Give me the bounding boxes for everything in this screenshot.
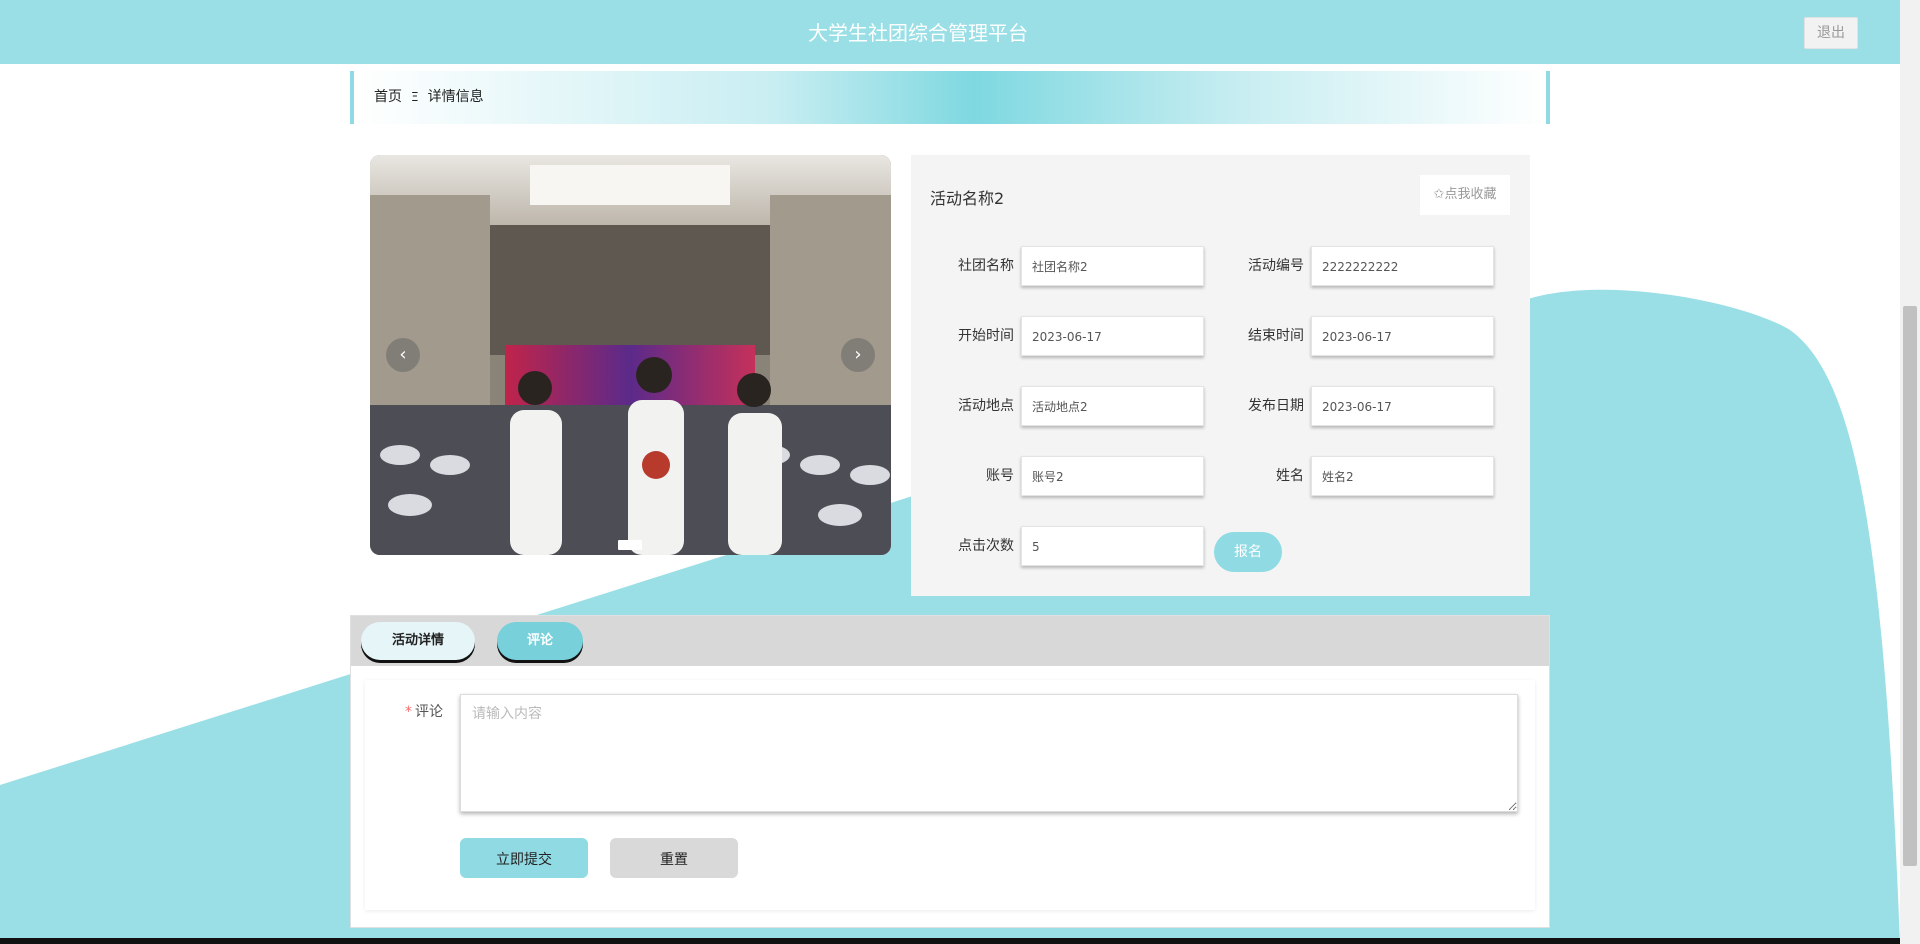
comment-label: * 评论 [405,701,455,721]
top-bar: 大学生社团综合管理平台 退出 [0,0,1900,64]
field-label: 活动地点 [958,398,1014,414]
publish-date-value[interactable]: 2023-06-17 [1311,386,1494,426]
breadcrumb-current: 详情信息 [427,89,484,105]
scrollbar-thumb[interactable] [1903,306,1917,866]
field-label: 活动编号 [1248,258,1304,274]
field-club-name: 社团名称 社团名称2 [921,246,1204,286]
comment-form: *评论 立即提交 重置 [365,680,1535,910]
chevron-right-icon: › [854,344,862,365]
field-activity-no: 活动编号 2222222222 [1211,246,1494,286]
tabs-card: 活动详情 评论 *评论 立即提交 重置 [350,615,1550,928]
signup-button[interactable]: 报名 [1214,532,1282,572]
club-name-value[interactable]: 社团名称2 [1021,246,1204,286]
field-start-time: 开始时间 2023-06-17 [921,316,1204,356]
image-carousel[interactable]: ‹ › [370,155,891,555]
start-time-value[interactable]: 2023-06-17 [1021,316,1204,356]
field-publish-date: 发布日期 2023-06-17 [1211,386,1494,426]
field-label: 点击次数 [958,538,1014,554]
field-label: 结束时间 [1248,328,1304,344]
activity-name: 活动名称2 [930,189,1005,208]
carousel-prev-button[interactable]: ‹ [386,338,420,372]
collect-button[interactable]: ✩点我收藏 [1420,175,1510,215]
field-label: 社团名称 [958,258,1014,274]
field-label: 姓名 [1276,468,1304,484]
field-location: 活动地点 活动地点2 [921,386,1204,426]
clicks-value[interactable]: 5 [1021,526,1204,566]
field-end-time: 结束时间 2023-06-17 [1211,316,1494,356]
field-full-name: 姓名 姓名2 [1211,456,1494,496]
activity-no-value[interactable]: 2222222222 [1311,246,1494,286]
required-mark: * [405,704,412,720]
carousel-indicator[interactable] [618,540,642,550]
reset-button[interactable]: 重置 [610,838,738,878]
end-time-value[interactable]: 2023-06-17 [1311,316,1494,356]
carousel-next-button[interactable]: › [841,338,875,372]
comment-textarea[interactable] [460,694,1518,812]
app-title: 大学生社团综合管理平台 [808,21,1028,45]
logout-button[interactable]: 退出 [1804,17,1858,49]
field-label: 发布日期 [1248,398,1304,414]
field-clicks: 点击次数 5 [921,526,1204,566]
scrollbar[interactable] [1900,0,1920,944]
comment-label-text: 评论 [415,704,443,720]
full-name-value[interactable]: 姓名2 [1311,456,1494,496]
tab-comments[interactable]: 评论 [497,622,583,660]
event-photo [370,155,891,555]
tabs-header: 活动详情 评论 [351,616,1549,666]
bottom-edge [0,938,1900,944]
field-label: 账号 [986,468,1014,484]
breadcrumb-separator-icon: Ξ [411,90,419,104]
breadcrumb: 首页 Ξ 详情信息 [350,71,1550,124]
detail-panel: 活动名称2 ✩点我收藏 社团名称 社团名称2 活动编号 2222222222 开… [911,155,1530,596]
location-value[interactable]: 活动地点2 [1021,386,1204,426]
account-value[interactable]: 账号2 [1021,456,1204,496]
tab-activity-details[interactable]: 活动详情 [361,622,475,660]
field-label: 开始时间 [958,328,1014,344]
field-account: 账号 账号2 [921,456,1204,496]
submit-button[interactable]: 立即提交 [460,838,588,878]
chevron-left-icon: ‹ [399,344,407,365]
breadcrumb-home[interactable]: 首页 [374,89,402,105]
